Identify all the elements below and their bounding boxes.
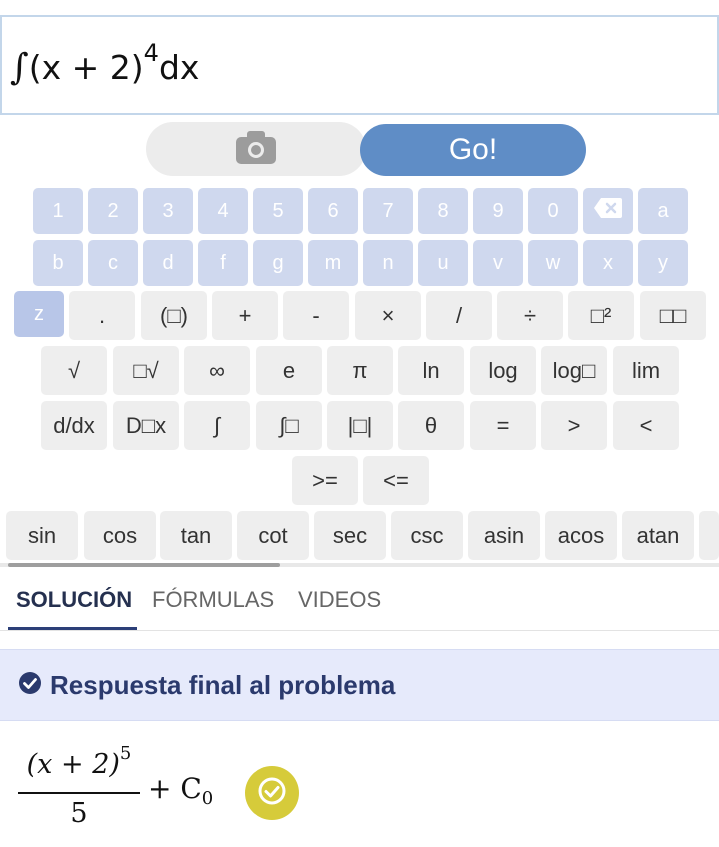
key-a[interactable]: a (638, 188, 688, 234)
key-calc-7[interactable]: > (541, 401, 607, 450)
key-cmp-0[interactable]: >= (292, 456, 358, 505)
fraction-bar (18, 792, 140, 794)
key-z[interactable]: z (14, 291, 64, 337)
key-op-2[interactable]: (□) (141, 291, 207, 340)
camera-icon (234, 129, 278, 170)
key-cmp-1[interactable]: <= (363, 456, 429, 505)
key-3[interactable]: 3 (143, 188, 193, 234)
key-op-7[interactable]: ÷ (497, 291, 563, 340)
key-op-8[interactable]: □² (568, 291, 634, 340)
key-1[interactable]: 1 (33, 188, 83, 234)
integral-symbol: ∫ (10, 47, 29, 88)
answer-denominator: 5 (70, 798, 88, 829)
constant-subscript: 0 (201, 788, 214, 809)
expression-exponent: 4 (143, 39, 159, 67)
key-sec[interactable]: sec (314, 511, 386, 560)
math-expression: ∫(x + 2)4dx (10, 39, 200, 88)
answer-constant: + C0 (148, 772, 213, 809)
key-atan[interactable]: atan (622, 511, 694, 560)
constant-term: + C (148, 772, 202, 805)
expression-suffix: dx (158, 48, 200, 87)
key-calc-8[interactable]: < (613, 401, 679, 450)
key-m[interactable]: m (308, 240, 358, 286)
key-overflow[interactable] (699, 511, 719, 560)
verify-answer-button[interactable] (245, 766, 299, 820)
check-circle-icon (18, 671, 42, 700)
key-4[interactable]: 4 (198, 188, 248, 234)
keyboard-scrollbar-thumb[interactable] (8, 563, 280, 567)
key-6[interactable]: 6 (308, 188, 358, 234)
go-button[interactable]: Go! (360, 124, 586, 176)
key-tan[interactable]: tan (160, 511, 232, 560)
tab-formulas[interactable]: FÓRMULAS (152, 587, 274, 613)
answer-fraction: (x + 2)5 5 (18, 742, 140, 829)
key-calc-0[interactable]: d/dx (41, 401, 107, 450)
key-w[interactable]: w (528, 240, 578, 286)
key-acos[interactable]: acos (545, 511, 617, 560)
backspace-key[interactable] (583, 188, 633, 234)
key-7[interactable]: 7 (363, 188, 413, 234)
key-calc-5[interactable]: θ (398, 401, 464, 450)
active-tab-indicator (8, 627, 137, 630)
final-answer-banner: Respuesta final al problema (0, 649, 719, 721)
key-f[interactable]: f (198, 240, 248, 286)
key-5[interactable]: 5 (253, 188, 303, 234)
key-x[interactable]: x (583, 240, 633, 286)
key-asin[interactable]: asin (468, 511, 540, 560)
key-op-4[interactable]: - (283, 291, 349, 340)
key-cos[interactable]: cos (84, 511, 156, 560)
key-cot[interactable]: cot (237, 511, 309, 560)
key-y[interactable]: y (638, 240, 688, 286)
key-op-1[interactable]: . (69, 291, 135, 340)
expression-prefix: (x + 2) (28, 48, 144, 87)
key-n[interactable]: n (363, 240, 413, 286)
key-0[interactable]: 0 (528, 188, 578, 234)
tab-videos[interactable]: VIDEOS (298, 587, 381, 613)
key-calc-1[interactable]: D□x (113, 401, 179, 450)
answer-numerator: (x + 2)5 (18, 742, 140, 788)
key-op-6[interactable]: / (426, 291, 492, 340)
check-icon (257, 776, 287, 811)
key-fn-6[interactable]: log (470, 346, 536, 395)
key-g[interactable]: g (253, 240, 303, 286)
key-fn-2[interactable]: ∞ (184, 346, 250, 395)
key-8[interactable]: 8 (418, 188, 468, 234)
key-csc[interactable]: csc (391, 511, 463, 560)
key-u[interactable]: u (418, 240, 468, 286)
key-op-3[interactable]: + (212, 291, 278, 340)
key-fn-3[interactable]: e (256, 346, 322, 395)
key-fn-4[interactable]: π (327, 346, 393, 395)
key-sin[interactable]: sin (6, 511, 78, 560)
key-fn-0[interactable]: √ (41, 346, 107, 395)
key-c[interactable]: c (88, 240, 138, 286)
key-calc-3[interactable]: ∫□ (256, 401, 322, 450)
key-9[interactable]: 9 (473, 188, 523, 234)
key-v[interactable]: v (473, 240, 523, 286)
key-fn-7[interactable]: log□ (541, 346, 607, 395)
backspace-icon (593, 197, 623, 225)
key-op-9[interactable]: □□ (640, 291, 706, 340)
tab-solucion[interactable]: SOLUCIÓN (16, 587, 132, 613)
key-calc-6[interactable]: = (470, 401, 536, 450)
key-d[interactable]: d (143, 240, 193, 286)
numerator-base: (x + 2) (26, 749, 120, 780)
math-input-box[interactable]: ∫(x + 2)4dx (0, 15, 719, 115)
key-op-5[interactable]: × (355, 291, 421, 340)
key-fn-1[interactable]: □√ (113, 346, 179, 395)
key-fn-5[interactable]: ln (398, 346, 464, 395)
key-calc-2[interactable]: ∫ (184, 401, 250, 450)
camera-button[interactable] (146, 122, 366, 176)
key-calc-4[interactable]: |□| (327, 401, 393, 450)
final-answer-title: Respuesta final al problema (50, 669, 396, 700)
key-fn-8[interactable]: lim (613, 346, 679, 395)
numerator-exponent: 5 (119, 743, 132, 764)
key-2[interactable]: 2 (88, 188, 138, 234)
result-tabs: SOLUCIÓN FÓRMULAS VIDEOS (0, 575, 719, 631)
key-b[interactable]: b (33, 240, 83, 286)
